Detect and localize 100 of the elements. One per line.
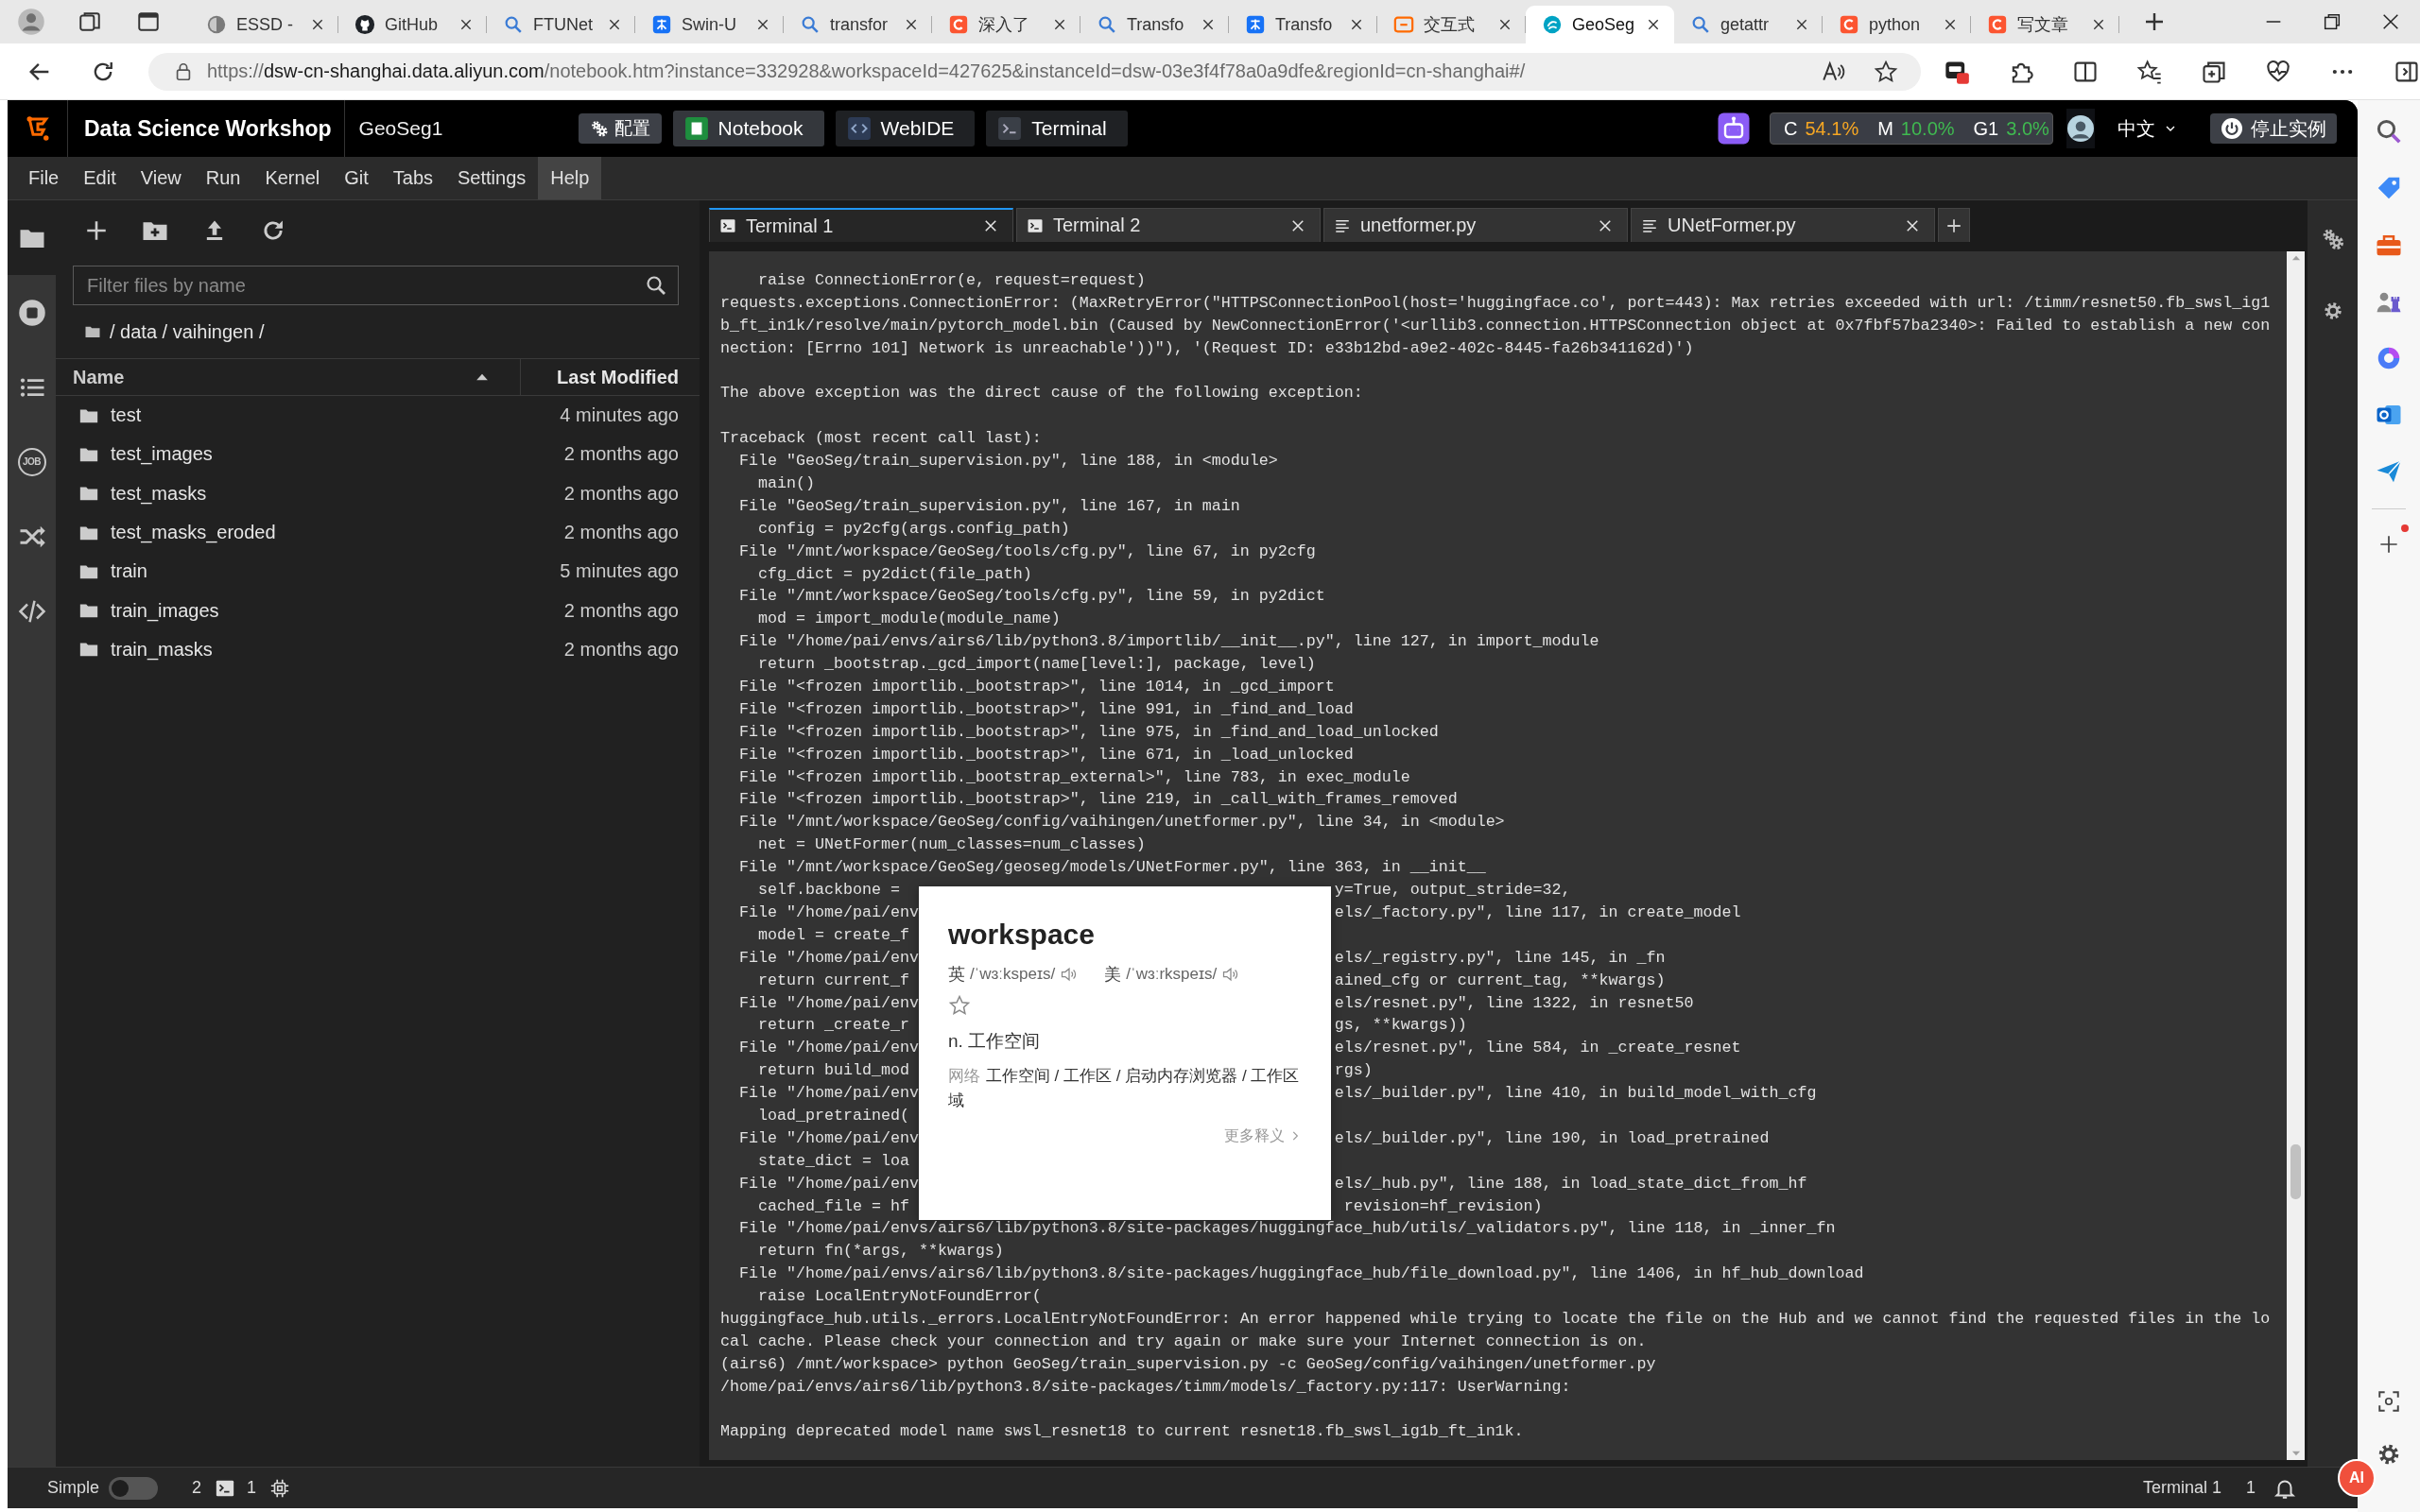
browser-tab[interactable]: python: [1823, 6, 1971, 43]
terminal-line: File "<frozen importlib._bootstrap_external>", line 783, in exec_module: [738, 767, 1410, 786]
metric-value: 10.0%: [1900, 117, 1955, 140]
power-icon: [2221, 117, 2243, 140]
file-name[interactable]: test_masks: [111, 482, 564, 505]
definition: n. 工作空间: [947, 1030, 1041, 1054]
stop-instance-button[interactable]: 停止实例: [2210, 113, 2337, 144]
scrollbar-thumb[interactable]: [2290, 1144, 2301, 1199]
breadcrumb[interactable]: / data / vaihingen /: [110, 320, 265, 343]
terminal-line: cal cache. Please check your connection and try again or make sure your Internet connection is on.: [720, 1332, 1647, 1350]
close-icon[interactable]: [607, 17, 622, 32]
close-icon[interactable]: [2380, 11, 2401, 32]
browser-tab[interactable]: Swin-U: [635, 6, 784, 43]
close-icon[interactable]: [982, 217, 999, 234]
file-name[interactable]: train_masks: [111, 638, 564, 661]
nav-tab[interactable]: WebIDE: [835, 111, 976, 146]
terminal-line: els/_factory.py", line 117, in create_model: [1334, 902, 1741, 921]
file-name[interactable]: test_masks_eroded: [111, 522, 564, 544]
menu-item[interactable]: Git: [332, 157, 381, 199]
round-logo-icon: [354, 14, 375, 35]
language-dropdown[interactable]: 中文: [2118, 115, 2178, 142]
menu-item[interactable]: Kernel: [252, 157, 333, 199]
file-name[interactable]: train_images: [111, 599, 564, 622]
assistant-icon[interactable]: [1717, 112, 1751, 146]
browser-tab[interactable]: getattr: [1674, 6, 1823, 43]
gear-icon[interactable]: [2322, 301, 2343, 321]
nav-tab[interactable]: Notebook: [672, 111, 824, 146]
mode-toggle[interactable]: [109, 1476, 159, 1500]
scrollbar[interactable]: [2287, 251, 2305, 1460]
close-icon[interactable]: [1052, 17, 1067, 32]
settings-icon[interactable]: [2377, 1442, 2401, 1467]
file-name[interactable]: test_images: [111, 443, 564, 466]
address-field[interactable]: https://dsw-cn-shanghai.data.aliyun.com/notebook.htm?instance=332928&workspaceId=427625&instanceId=dsw-03e3f4f78a0a9dfe&regionId=cn-shanghai#/: [147, 52, 1921, 91]
terminal-line: requests.exceptions.ConnectionError: (MaxRetryError("HTTPSConnectionPool(host='huggingface.co', port=443): Max retries exceeded with url: /timm/resnet50.fb_swsl_ig1: [720, 293, 2271, 312]
new-tab-button[interactable]: [1938, 208, 1970, 242]
profile-icon[interactable]: [17, 8, 45, 36]
workspaces-icon[interactable]: [78, 9, 102, 34]
close-icon[interactable]: [1201, 17, 1216, 32]
browser-tab[interactable]: Transfo: [1080, 6, 1229, 43]
config-button[interactable]: 配置: [578, 113, 662, 144]
avatar[interactable]: [2066, 109, 2095, 148]
editor-tab[interactable]: unetformer.py: [1323, 208, 1628, 242]
file-name[interactable]: train: [111, 560, 561, 583]
tab-actions-icon[interactable]: [136, 9, 161, 34]
square-logo-icon: [1245, 14, 1266, 35]
nav-tab[interactable]: Terminal: [986, 111, 1128, 146]
menu-item[interactable]: Settings: [445, 157, 539, 199]
square-logo-icon: [948, 14, 969, 35]
browser-tab[interactable]: Transfo: [1229, 6, 1377, 43]
restore-icon[interactable]: [2322, 11, 2342, 32]
menu-item[interactable]: Help: [538, 157, 602, 199]
browser-tab[interactable]: 深入了: [932, 6, 1080, 43]
close-icon[interactable]: [904, 17, 919, 32]
job-icon: JOB: [17, 447, 46, 476]
browser-tab[interactable]: GitHub: [338, 6, 487, 43]
browser-tab[interactable]: GeoSeg: [1526, 6, 1674, 43]
terminal-line: File "<frozen importlib._bootstrap>", line 219, in _call_with_frames_removed: [738, 790, 1458, 809]
terminal-count[interactable]: 2: [192, 1478, 202, 1498]
square-app-icon: [846, 116, 872, 141]
close-icon[interactable]: [1794, 17, 1809, 32]
close-icon[interactable]: [1943, 17, 1958, 32]
menu-item[interactable]: File: [16, 157, 72, 199]
terminal-line: model = create_f: [756, 925, 909, 944]
close-icon[interactable]: [1646, 17, 1661, 32]
close-icon[interactable]: [1497, 17, 1512, 32]
browser-tab[interactable]: 交互式: [1377, 6, 1526, 43]
favorite-star-icon[interactable]: [1874, 59, 1898, 84]
close-icon[interactable]: [755, 17, 770, 32]
terminal-line: state_dict = loa: [756, 1151, 909, 1170]
close-icon[interactable]: [1349, 17, 1364, 32]
favorites-icon[interactable]: [2136, 58, 2163, 85]
filter-field[interactable]: Filter files by name: [73, 266, 679, 305]
sidebar-tab[interactable]: [8, 200, 56, 275]
editor-tab[interactable]: Terminal 2: [1016, 208, 1321, 242]
close-icon[interactable]: [2091, 17, 2106, 32]
new-tab-icon[interactable]: [2143, 10, 2166, 33]
editor-tab[interactable]: UNetFormer.py: [1631, 208, 1935, 242]
browser-tab[interactable]: ESSD -: [190, 6, 338, 43]
close-icon[interactable]: [458, 17, 474, 32]
search-icon[interactable]: [2375, 117, 2403, 146]
editor-tab[interactable]: Terminal 1: [709, 208, 1013, 242]
menu-item[interactable]: View: [128, 157, 194, 199]
sidebar-tab[interactable]: JOB: [8, 424, 56, 499]
column-header[interactable]: Name: [73, 366, 125, 388]
star-icon[interactable]: [947, 994, 971, 1018]
close-icon[interactable]: [310, 17, 325, 32]
terminal-line: File "<frozen importlib._bootstrap>", line 975, in _find_and_load_unlocked: [738, 722, 1439, 741]
square-logo-icon: [1839, 14, 1859, 35]
browser-tab[interactable]: transfor: [784, 6, 932, 43]
menu-item[interactable]: Run: [193, 157, 253, 199]
column-header[interactable]: Last Modified: [557, 366, 679, 388]
browser-tab[interactable]: 写文章: [1971, 6, 2119, 43]
browser-tab[interactable]: FTUNet: [487, 6, 635, 43]
square-logo-icon: [1987, 14, 2008, 35]
menu-item[interactable]: Edit: [71, 157, 129, 199]
menu-item[interactable]: Tabs: [380, 157, 446, 199]
file-name[interactable]: test: [111, 404, 561, 427]
terminal-line: els/resnet.py", line 584, in _create_resnet: [1334, 1039, 1741, 1057]
screenshot-icon[interactable]: [2377, 1389, 2401, 1414]
kernel-count[interactable]: 1: [247, 1478, 257, 1498]
